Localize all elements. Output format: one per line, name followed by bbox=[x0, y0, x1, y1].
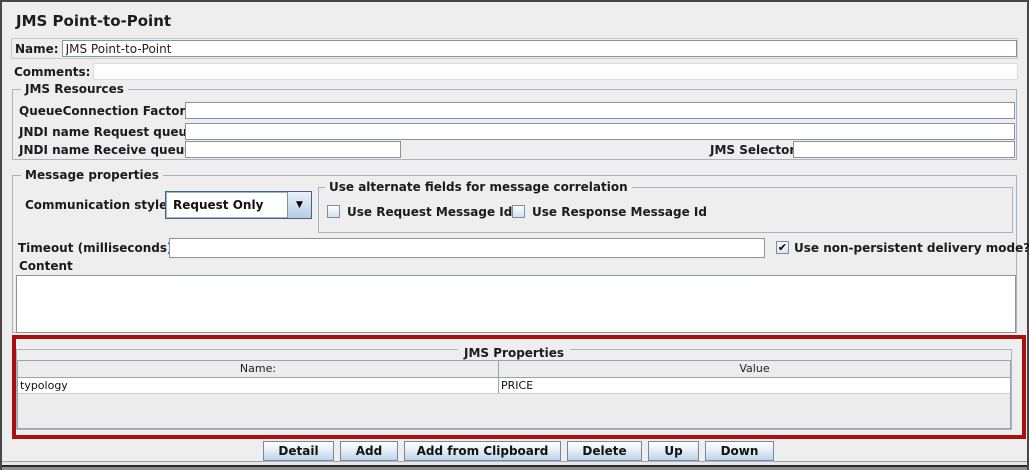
jms-resources-group: JMS Resources QueueConnection Factory JN… bbox=[12, 89, 1017, 160]
column-header-value[interactable]: Value bbox=[499, 361, 1010, 378]
use-response-message-id-checkbox[interactable] bbox=[512, 205, 525, 218]
up-button[interactable]: Up bbox=[648, 441, 699, 461]
use-request-message-id-label: Use Request Message Id bbox=[347, 205, 512, 219]
communication-style-select[interactable]: Request Only ▼ bbox=[165, 191, 312, 219]
chevron-down-icon[interactable]: ▼ bbox=[287, 192, 311, 218]
jms-point-to-point-panel: JMS Point-to-Point Name: Comments: JMS R… bbox=[0, 0, 1029, 470]
communication-style-value: Request Only bbox=[166, 192, 287, 218]
content-label: Content bbox=[19, 259, 73, 273]
jndi-request-queue-label: JNDI name Request queue bbox=[19, 125, 195, 139]
non-persistent-label: Use non-persistent delivery mode? bbox=[794, 241, 1029, 255]
table-header-row: Name: Value bbox=[18, 361, 1010, 378]
cell-name[interactable]: typology bbox=[18, 378, 499, 394]
comments-row: Comments: bbox=[11, 62, 1018, 81]
use-request-message-id-checkbox[interactable] bbox=[327, 205, 340, 218]
comments-input[interactable] bbox=[93, 63, 1018, 80]
detail-button[interactable]: Detail bbox=[263, 441, 334, 461]
add-from-clipboard-button[interactable]: Add from Clipboard bbox=[404, 441, 561, 461]
timeout-input[interactable] bbox=[169, 238, 765, 258]
name-row: Name: bbox=[11, 38, 1018, 59]
queue-connection-factory-label: QueueConnection Factory bbox=[19, 104, 193, 118]
down-button[interactable]: Down bbox=[705, 441, 774, 461]
name-label: Name: bbox=[15, 42, 59, 56]
jms-resources-title: JMS Resources bbox=[21, 82, 128, 96]
jms-selector-input[interactable] bbox=[793, 141, 1015, 158]
page-title: JMS Point-to-Point bbox=[16, 12, 171, 30]
jndi-request-queue-input[interactable] bbox=[185, 123, 1015, 140]
table-row[interactable]: typology PRICE bbox=[18, 378, 1010, 394]
non-persistent-checkbox[interactable]: ✔ bbox=[776, 241, 789, 254]
message-properties-title: Message properties bbox=[21, 168, 163, 182]
communication-style-label: Communication style bbox=[25, 198, 167, 212]
use-response-message-id-label: Use Response Message Id bbox=[532, 205, 707, 219]
correlation-group-title: Use alternate fields for message correla… bbox=[325, 180, 632, 194]
queue-connection-factory-input[interactable] bbox=[185, 102, 1015, 119]
column-header-name[interactable]: Name: bbox=[18, 361, 499, 378]
check-icon: ✔ bbox=[778, 242, 787, 253]
add-button[interactable]: Add bbox=[340, 441, 398, 461]
timeout-label: Timeout (milliseconds) bbox=[18, 241, 172, 255]
name-input[interactable] bbox=[62, 40, 1017, 57]
content-textarea[interactable] bbox=[16, 275, 1016, 333]
delete-button[interactable]: Delete bbox=[567, 441, 642, 461]
jndi-receive-queue-input[interactable] bbox=[185, 141, 401, 158]
jms-properties-panel-title: JMS Properties bbox=[17, 342, 1011, 361]
jms-properties-table: Name: Value typology PRICE bbox=[17, 360, 1011, 429]
cell-value[interactable]: PRICE bbox=[499, 378, 1010, 394]
correlation-group: Use alternate fields for message correla… bbox=[318, 187, 1013, 233]
comments-label: Comments: bbox=[14, 65, 90, 79]
message-properties-group: Message properties Communication style R… bbox=[12, 175, 1017, 333]
jms-selector-label: JMS Selector bbox=[710, 143, 795, 157]
jms-properties-panel: JMS Properties Name: Value typology PRIC… bbox=[16, 349, 1012, 430]
jndi-receive-queue-label: JNDI name Receive queue bbox=[19, 143, 192, 157]
table-button-row: Detail Add Add from Clipboard Delete Up … bbox=[263, 441, 774, 461]
